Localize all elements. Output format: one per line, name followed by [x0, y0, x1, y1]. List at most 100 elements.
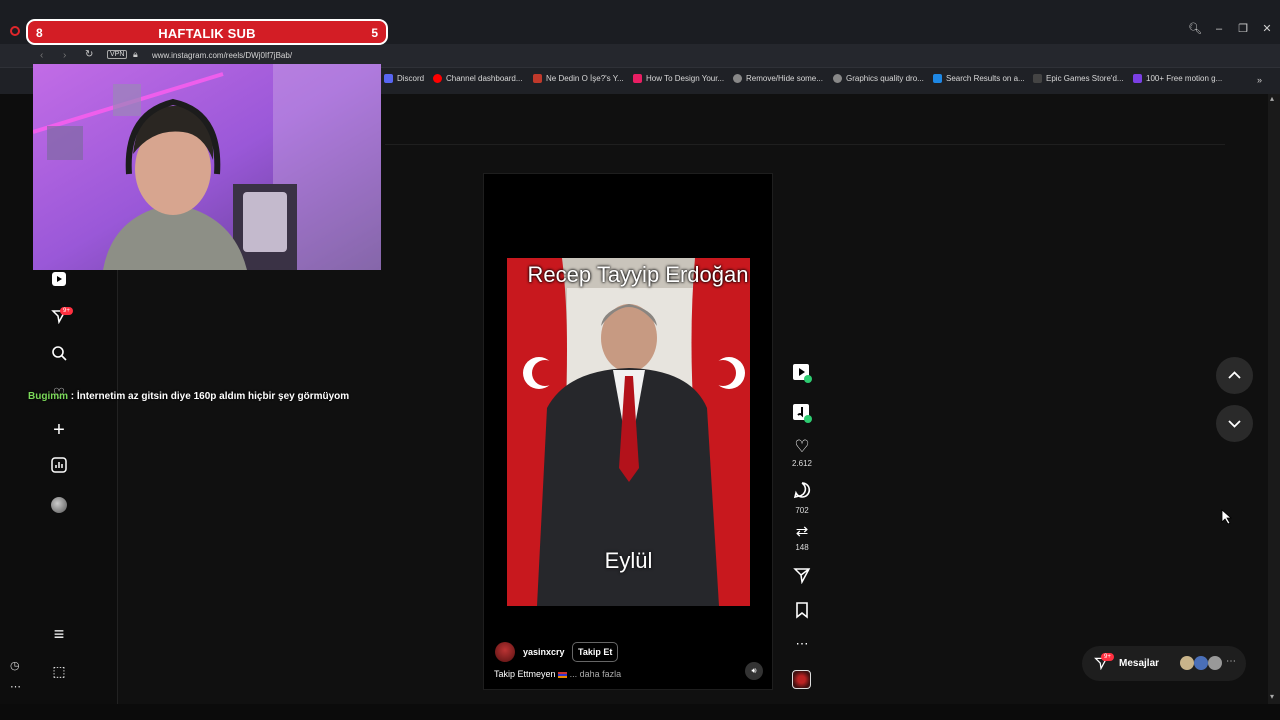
bookmark-motion-graphics[interactable]: 100+ Free motion g... — [1133, 74, 1222, 83]
more-contacts-icon: ⋯ — [1226, 656, 1236, 667]
vpn-badge[interactable]: VPN — [107, 50, 128, 59]
like-count: 2.612 — [791, 459, 813, 468]
youtube-icon — [433, 74, 442, 83]
audio-thumbnail[interactable] — [792, 670, 811, 689]
bookmark-epic-games[interactable]: Epic Games Store'd... — [1033, 74, 1124, 83]
previous-reel-button[interactable] — [1216, 357, 1253, 394]
repost-icon: ⇄ — [795, 523, 809, 540]
more-bookmarks-icon[interactable]: » — [1257, 75, 1262, 85]
share-button[interactable] — [790, 566, 814, 589]
webcam-feed — [33, 64, 381, 270]
bookmark-label: Channel dashboard... — [446, 74, 523, 83]
messages-badge: 9+ — [1101, 653, 1114, 661]
chat-text: : İnternetim az gitsin diye 160p aldım h… — [68, 391, 350, 402]
reel-extension-icon-1[interactable] — [790, 362, 814, 389]
bookmark-how-to-design[interactable]: How To Design Your... — [633, 74, 724, 83]
comment-button[interactable]: 702 — [790, 481, 814, 515]
author-avatar[interactable] — [495, 642, 515, 662]
scroll-up-icon[interactable]: ▴ — [1270, 94, 1274, 103]
bookmark-channel-dashboard[interactable]: Channel dashboard... — [433, 74, 523, 83]
mouse-cursor-icon — [1221, 509, 1233, 530]
lock-icon: 🔒︎ — [133, 49, 138, 59]
browser-logo-icon — [10, 26, 20, 36]
reel-extension-icon-2[interactable] — [790, 402, 814, 429]
contact-avatar — [1194, 656, 1208, 670]
repost-button[interactable]: ⇄ 148 — [790, 523, 814, 552]
bookmark-search-results[interactable]: Search Results on a... — [933, 74, 1025, 83]
stream-chat-message: Bugimm : İnternetim az gitsin diye 160p … — [28, 391, 349, 402]
heart-icon: ♡ — [794, 437, 810, 456]
also-from-meta-icon[interactable]: ⬚ — [49, 661, 69, 681]
ellipsis-icon[interactable]: ⋯ — [10, 680, 21, 693]
scroll-down-icon[interactable]: ▾ — [1270, 692, 1274, 701]
profile-avatar-icon[interactable] — [51, 497, 67, 513]
create-plus-icon[interactable]: + — [49, 420, 69, 440]
reel-overlay-title: Recep Tayyip Erdoğan — [527, 262, 749, 287]
reels-icon[interactable] — [49, 271, 69, 291]
mute-icon[interactable]: 🔊︎ — [745, 662, 763, 680]
figma-icon — [633, 74, 642, 83]
next-reel-button[interactable] — [1216, 405, 1253, 442]
bookmark-ne-dedin[interactable]: Ne Dedin O İşe?'s Y... — [533, 74, 624, 83]
notification-badge: 9+ — [60, 307, 73, 315]
discord-icon — [384, 74, 393, 83]
comment-count: 702 — [795, 506, 809, 515]
bookmark-label: 100+ Free motion g... — [1146, 74, 1223, 83]
restore-icon[interactable]: ❐ — [1236, 22, 1250, 36]
sub-right-count: 5 — [371, 26, 378, 40]
search-icon[interactable] — [49, 345, 69, 365]
chat-username: Bugimm — [28, 391, 68, 402]
caption-text: Takip Ettmeyen — [494, 669, 556, 679]
more-menu-icon[interactable]: ≡ — [49, 624, 69, 644]
clock-icon[interactable]: ◷ — [10, 659, 20, 672]
contact-avatar — [1208, 656, 1222, 670]
reload-icon[interactable]: ↻ — [85, 49, 93, 60]
epic-games-icon — [1033, 74, 1042, 83]
analytics-icon — [533, 74, 542, 83]
back-icon[interactable]: ‹ — [40, 50, 43, 61]
bookmark-graphics-quality[interactable]: Graphics quality dro... — [833, 74, 924, 83]
flag-icon — [558, 671, 568, 678]
contact-avatar — [1180, 656, 1194, 670]
search-tabs-icon[interactable]: 🔍︎ — [1188, 22, 1202, 36]
comment-icon — [793, 482, 811, 499]
gear-icon — [833, 74, 842, 83]
page-divider — [385, 144, 1225, 145]
bookmark-label: Discord — [397, 74, 425, 83]
more-options-button[interactable]: ⋯ — [790, 636, 814, 652]
minimize-icon[interactable]: – — [1212, 22, 1226, 36]
bookmark-label: Graphics quality dro... — [846, 74, 924, 83]
steam-icon — [933, 74, 942, 83]
sub-banner-label: HAFTALIK SUB — [158, 26, 256, 41]
chevron-down-icon — [1228, 420, 1241, 428]
dashboard-icon[interactable] — [49, 457, 69, 477]
share-icon — [793, 568, 811, 585]
gear-icon — [733, 74, 742, 83]
like-button[interactable]: ♡ 2.612 — [790, 437, 814, 469]
bookmark-label: Search Results on a... — [946, 74, 1025, 83]
reel-caption[interactable]: Takip Ettmeyen ... daha fazla — [494, 669, 621, 679]
chevron-up-icon — [1228, 371, 1241, 379]
messages-pill[interactable]: 9+ Mesajlar ⋯ — [1082, 646, 1246, 681]
bookmark-label: Ne Dedin O İşe?'s Y... — [546, 74, 624, 83]
caption-more-link[interactable]: ... daha fazla — [570, 669, 622, 679]
bookmark-remove-hide[interactable]: Remove/Hide some... — [733, 74, 823, 83]
repost-count: 148 — [795, 543, 809, 552]
forward-icon[interactable]: › — [63, 50, 66, 61]
bookmark-label: How To Design Your... — [646, 74, 725, 83]
messages-label: Mesajlar — [1119, 658, 1160, 669]
bookmark-label: Remove/Hide some... — [746, 74, 823, 83]
author-username[interactable]: yasinxcry — [523, 647, 565, 657]
close-window-icon[interactable]: ✕ — [1260, 22, 1274, 36]
bookmark-discord[interactable]: Discord — [384, 74, 424, 83]
weekly-sub-banner: 8 HAFTALIK SUB 5 — [26, 19, 388, 45]
save-button[interactable] — [790, 601, 814, 624]
follow-button[interactable]: Takip Et — [572, 642, 619, 662]
motion-icon — [1133, 74, 1142, 83]
reel-overlay-subtitle: Eylül — [604, 548, 653, 573]
page-scrollbar[interactable]: ▴ ▾ — [1268, 94, 1280, 704]
url-field[interactable]: www.instagram.com/reels/DWj0If7jBab/ — [152, 51, 292, 60]
bookmark-label: Epic Games Store'd... — [1046, 74, 1124, 83]
streamer-webcam — [33, 64, 381, 270]
bookmark-icon — [796, 602, 808, 619]
